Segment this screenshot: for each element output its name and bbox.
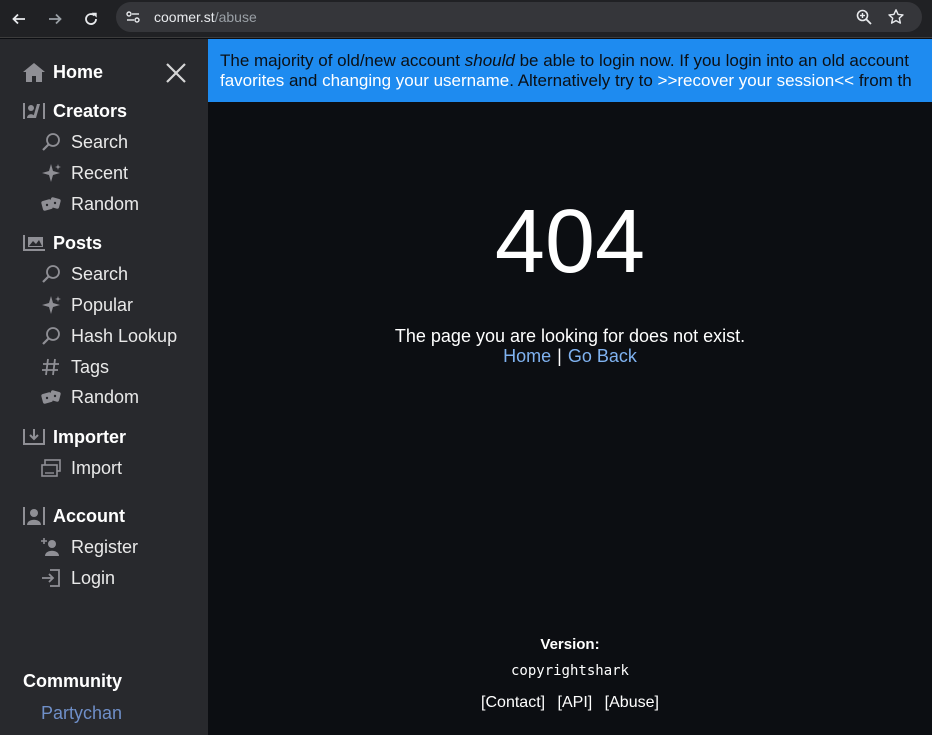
arrow-right-icon <box>49 13 62 25</box>
sidebar-creators-label: Creators <box>53 100 128 121</box>
banner-text: . Alternatively try to <box>509 71 658 90</box>
reload-button[interactable] <box>76 4 106 34</box>
sidebar-item-label: Hash Lookup <box>71 325 178 346</box>
register-icon <box>40 536 62 558</box>
browser-toolbar: coomer.st/abuse <box>0 0 932 38</box>
sidebar-creators-heading[interactable]: Creators <box>22 98 127 124</box>
zoom-icon[interactable] <box>854 7 874 27</box>
creators-icon <box>22 100 46 122</box>
banner-emphasis: should <box>464 51 515 70</box>
sidebar-item-import[interactable]: Import <box>40 455 122 481</box>
url-text[interactable]: coomer.st/abuse <box>154 9 257 25</box>
magnifier-icon <box>40 263 62 285</box>
sidebar-item-creators-random[interactable]: Random <box>40 191 139 217</box>
favorites-link[interactable]: favorites <box>220 71 284 90</box>
sidebar-item-posts-hash-lookup[interactable]: Hash Lookup <box>40 323 177 349</box>
account-icon <box>22 505 46 527</box>
sidebar-item-label: Login <box>71 567 116 588</box>
sidebar-home-label: Home <box>53 61 104 82</box>
go-back-link[interactable]: Go Back <box>568 346 637 366</box>
sidebar-item-label: Recent <box>71 162 129 183</box>
sparkle-icon <box>40 294 62 316</box>
sidebar-item-label: Popular <box>71 294 134 315</box>
error-code: 404 <box>494 192 646 292</box>
sidebar-item-label: Random <box>71 386 140 407</box>
sidebar-item-partychan[interactable]: Partychan <box>41 703 122 724</box>
home-link[interactable]: Home <box>503 346 551 366</box>
back-button[interactable] <box>4 4 34 34</box>
sidebar-posts-heading[interactable]: Posts <box>22 230 102 256</box>
dice-icon <box>40 386 62 408</box>
sidebar-home[interactable]: Home <box>22 59 103 85</box>
sidebar-item-posts-random[interactable]: Random <box>40 384 139 410</box>
magnifier-icon <box>40 131 62 153</box>
sidebar-account-heading[interactable]: Account <box>22 503 125 529</box>
sidebar-item-login[interactable]: Login <box>40 565 115 591</box>
banner-line-2: favorites and changing your username. Al… <box>220 71 912 91</box>
url-host: coomer.st <box>154 9 215 25</box>
error-links: Home | Go Back <box>208 346 932 367</box>
sidebar-item-posts-popular[interactable]: Popular <box>40 292 133 318</box>
sidebar-item-creators-search[interactable]: Search <box>40 129 128 155</box>
magnifier-icon <box>40 325 62 347</box>
sidebar-item-label: Search <box>71 131 129 152</box>
dice-icon <box>40 193 62 215</box>
link-separator: | <box>557 346 562 366</box>
api-link[interactable]: [API] <box>558 694 593 711</box>
recover-session-link[interactable]: >>recover your session<< <box>658 71 855 90</box>
sidebar-item-posts-search[interactable]: Search <box>40 261 128 287</box>
sidebar-item-posts-tags[interactable]: Tags <box>40 354 109 380</box>
importer-icon <box>22 426 46 448</box>
site-settings-icon[interactable] <box>125 9 141 25</box>
banner-text: be able to login now. If you login into … <box>514 51 909 70</box>
sparkle-icon <box>40 162 62 184</box>
close-sidebar-icon[interactable] <box>164 61 188 85</box>
sidebar-item-label: Tags <box>71 356 110 377</box>
sidebar-importer-label: Importer <box>53 426 127 447</box>
home-icon <box>22 61 46 83</box>
arrow-left-icon <box>12 13 25 25</box>
abuse-link[interactable]: [Abuse] <box>605 694 659 711</box>
sidebar-item-label: Search <box>71 263 129 284</box>
banner-text: and <box>284 71 323 90</box>
import-icon <box>40 457 62 479</box>
forward-button[interactable] <box>40 4 70 34</box>
contact-link[interactable]: [Contact] <box>481 694 545 711</box>
footer-links: [Contact] [API] [Abuse] <box>208 694 932 712</box>
sidebar-item-label: Random <box>71 193 140 214</box>
sidebar-account-label: Account <box>53 505 125 526</box>
sidebar-item-creators-recent[interactable]: Recent <box>40 160 128 186</box>
change-username-link[interactable]: changing your username <box>322 71 509 90</box>
posts-icon <box>22 232 46 254</box>
banner-text: from th <box>854 71 912 90</box>
sidebar: Home Creators Search Recent Random Posts <box>0 39 208 735</box>
url-path: /abuse <box>214 9 257 25</box>
sidebar-item-label: Register <box>71 536 139 557</box>
version-tag: copyrightshark <box>510 663 629 679</box>
hash-icon <box>40 356 62 378</box>
sidebar-importer-heading[interactable]: Importer <box>22 424 126 450</box>
address-bar[interactable]: coomer.st/abuse <box>116 2 922 32</box>
banner-text: The majority of old/new account <box>220 51 465 70</box>
sidebar-item-register[interactable]: Register <box>40 534 138 560</box>
reload-icon <box>85 12 97 25</box>
bookmark-star-icon[interactable] <box>886 7 906 27</box>
main-content: The majority of old/new account should b… <box>208 39 932 735</box>
login-icon <box>40 567 62 589</box>
banner-line-1: The majority of old/new account should b… <box>220 51 909 71</box>
sidebar-posts-label: Posts <box>53 232 103 253</box>
sidebar-community-heading: Community <box>23 671 122 691</box>
announcement-banner: The majority of old/new account should b… <box>208 39 932 102</box>
sidebar-item-label: Import <box>71 457 123 478</box>
version-label: Version: <box>540 636 600 653</box>
error-message: The page you are looking for does not ex… <box>394 326 746 346</box>
